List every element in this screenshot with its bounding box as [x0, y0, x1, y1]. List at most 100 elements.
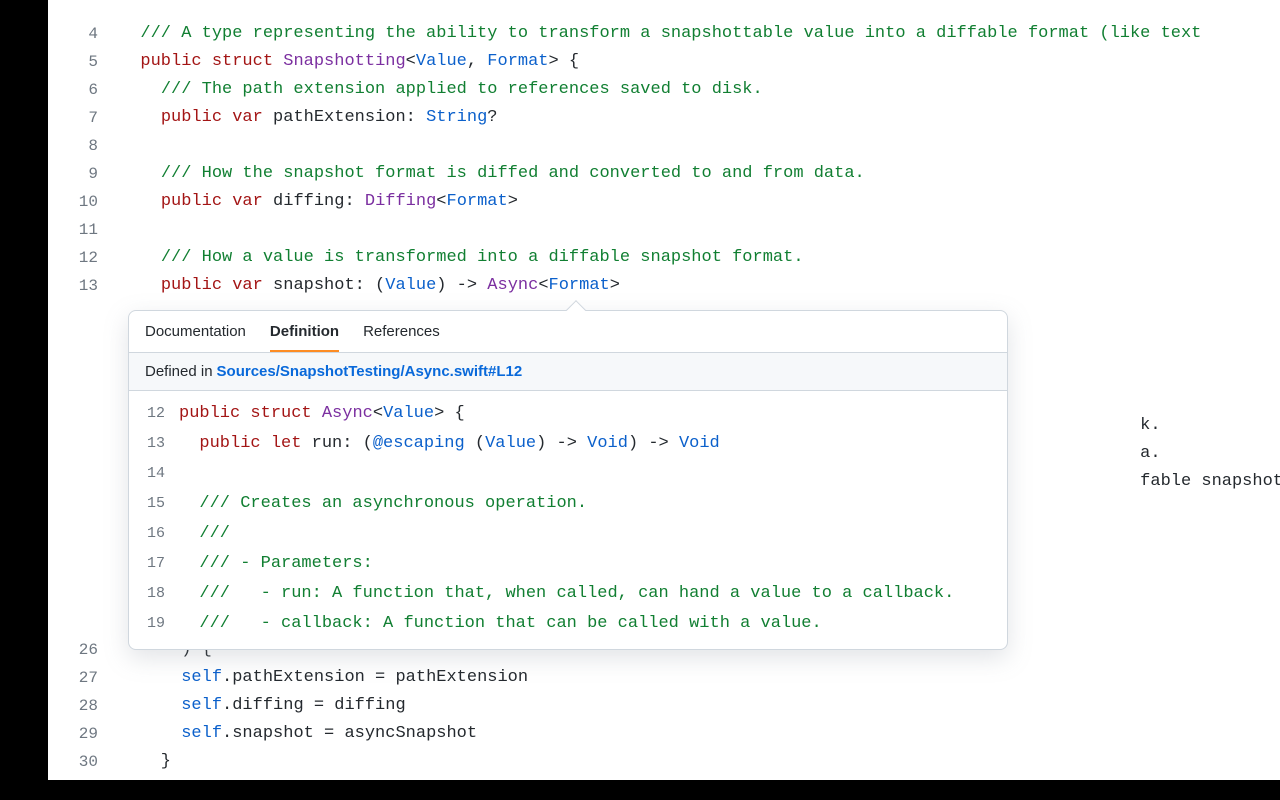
code-token: public [161, 192, 222, 211]
code-token [179, 614, 199, 633]
code-line: 28 self.diffing = diffing [48, 692, 1280, 720]
line-content[interactable]: public struct Async<Value> { [179, 399, 1007, 429]
code-token: } [120, 752, 171, 771]
line-number: 28 [48, 692, 120, 720]
line-content[interactable]: public struct Snapshotting<Value, Format… [120, 48, 1280, 76]
popover-tab-definition[interactable]: Definition [270, 323, 339, 352]
code-token [120, 724, 181, 743]
code-token: struct [250, 404, 311, 423]
code-line: 30 } [48, 748, 1280, 776]
code-token: public [199, 434, 260, 453]
code-token: snapshot: ( [263, 276, 385, 295]
line-content[interactable] [120, 132, 1280, 160]
line-number: 17 [129, 549, 179, 579]
code-token: self [181, 696, 222, 715]
popover-tabs: Documentation Definition References [129, 311, 1007, 353]
code-token: self [181, 668, 222, 687]
code-token [240, 404, 250, 423]
code-token [120, 276, 161, 295]
code-line: 8 [48, 132, 1280, 160]
code-line: 12public struct Async<Value> { [129, 399, 1007, 429]
line-content[interactable]: public var pathExtension: String? [120, 104, 1280, 132]
line-content[interactable]: /// [179, 519, 1007, 549]
line-content[interactable]: public let run: (@escaping (Value) -> Vo… [179, 429, 1007, 459]
code-token: Diffing [365, 192, 436, 211]
line-number [48, 412, 120, 440]
line-content[interactable]: /// How the snapshot format is diffed an… [120, 160, 1280, 188]
code-token [120, 108, 161, 127]
code-token: /// How the snapshot format is diffed an… [161, 164, 865, 183]
defined-in-link[interactable]: Sources/SnapshotTesting/Async.swift#L12 [217, 363, 523, 380]
code-token [312, 404, 322, 423]
line-number [48, 468, 120, 496]
code-token: Value [383, 404, 434, 423]
code-token: Format [549, 276, 610, 295]
code-token: Void [587, 434, 628, 453]
symbol-popover: Documentation Definition References Define… [128, 310, 1008, 650]
line-number: 19 [129, 609, 179, 639]
line-content[interactable]: self.diffing = diffing [120, 692, 1280, 720]
line-content[interactable]: /// The path extension applied to refere… [120, 76, 1280, 104]
code-line: 14 [129, 459, 1007, 489]
code-token: > [508, 192, 518, 211]
line-content[interactable] [120, 216, 1280, 244]
code-token [179, 434, 199, 453]
popover-defined-in: Defined in Sources/SnapshotTesting/Async… [129, 353, 1007, 391]
line-number: 8 [48, 132, 120, 160]
code-token: var [232, 192, 263, 211]
code-token: /// How a value is transformed into a di… [161, 248, 804, 267]
line-number: 13 [129, 429, 179, 459]
line-content[interactable]: self.pathExtension = pathExtension [120, 664, 1280, 692]
code-token: /// A type representing the ability to t… [140, 24, 1201, 43]
code-token: < [373, 404, 383, 423]
code-token: var [232, 276, 263, 295]
code-token [120, 248, 161, 267]
code-line: 7 public var pathExtension: String? [48, 104, 1280, 132]
code-line: 29 self.snapshot = asyncSnapshot [48, 720, 1280, 748]
line-content[interactable]: public var snapshot: (Value) -> Async<Fo… [120, 272, 1280, 300]
code-token [120, 80, 161, 99]
line-content[interactable]: /// How a value is transformed into a di… [120, 244, 1280, 272]
code-token [273, 52, 283, 71]
line-content[interactable] [179, 459, 1007, 489]
line-content[interactable]: /// - Parameters: [179, 549, 1007, 579]
popover-tab-documentation[interactable]: Documentation [145, 323, 246, 352]
code-line: 18 /// - run: A function that, when call… [129, 579, 1007, 609]
code-line: 13 public let run: (@escaping (Value) ->… [129, 429, 1007, 459]
code-token: self [181, 724, 222, 743]
popover-tab-references[interactable]: References [363, 323, 440, 352]
code-token [179, 524, 199, 543]
line-content[interactable]: /// Creates an asynchronous operation. [179, 489, 1007, 519]
code-token: Void [679, 434, 720, 453]
code-line: 5 public struct Snapshotting<Value, Form… [48, 48, 1280, 76]
line-number: 13 [48, 272, 120, 300]
line-content[interactable]: /// - run: A function that, when called,… [179, 579, 1007, 609]
code-token: /// Creates an asynchronous operation. [199, 494, 587, 513]
code-listing-top: 4 /// A type representing the ability to… [48, 20, 1280, 300]
line-number: 16 [129, 519, 179, 549]
code-token: > [610, 276, 620, 295]
code-token: ? [487, 108, 497, 127]
code-token: public [161, 276, 222, 295]
code-token: .pathExtension = pathExtension [222, 668, 528, 687]
code-token [261, 434, 271, 453]
code-line: 12 /// How a value is transformed into a… [48, 244, 1280, 272]
code-line: 27 self.pathExtension = pathExtension [48, 664, 1280, 692]
defined-in-label: Defined in [145, 363, 213, 380]
line-content[interactable]: self.snapshot = asyncSnapshot [120, 720, 1280, 748]
line-content[interactable]: /// - callback: A function that can be c… [179, 609, 1007, 639]
line-content[interactable]: } [120, 748, 1280, 776]
code-token: @escaping [373, 434, 465, 453]
code-token: < [436, 192, 446, 211]
line-number: 11 [48, 216, 120, 244]
code-token: ) -> [628, 434, 679, 453]
code-token: > { [549, 52, 580, 71]
code-token: public [140, 52, 201, 71]
code-token: /// - callback: A function that can be c… [199, 614, 821, 633]
code-token [120, 668, 181, 687]
code-token: < [406, 52, 416, 71]
code-token: var [232, 108, 263, 127]
code-token: Value [485, 434, 536, 453]
line-content[interactable]: /// A type representing the ability to t… [120, 20, 1280, 48]
line-content[interactable]: public var diffing: Diffing<Format> [120, 188, 1280, 216]
